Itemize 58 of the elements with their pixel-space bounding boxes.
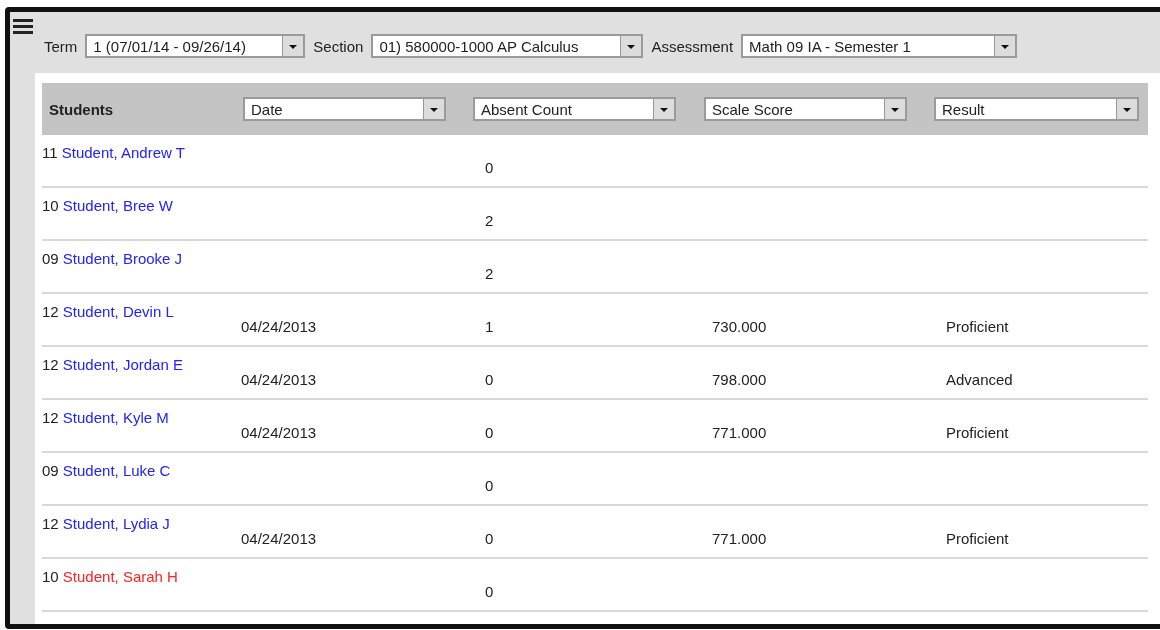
grade-text: 12 bbox=[42, 409, 59, 426]
column-dropdown[interactable]: Absent Count bbox=[473, 97, 676, 121]
table-cell-text: 0 bbox=[484, 530, 495, 547]
table-cell-text: 04/24/2013 bbox=[241, 318, 318, 335]
grade-text: 12 bbox=[42, 303, 59, 320]
table-cell-text: 04/24/2013 bbox=[241, 424, 318, 441]
student-link[interactable]: Student, Brooke J bbox=[62, 250, 183, 267]
dropdown[interactable]: 1 (07/01/14 - 09/26/14) bbox=[85, 34, 306, 58]
filter-label: Section bbox=[313, 37, 364, 55]
grade-text: 09 bbox=[42, 462, 59, 479]
grade-text: 11 bbox=[42, 144, 58, 161]
table-cell-text: 1 bbox=[484, 318, 495, 335]
table-cell-text: 04/24/2013 bbox=[241, 371, 318, 388]
caret-icon bbox=[994, 36, 1016, 56]
table-cell-text: 2 bbox=[484, 265, 495, 282]
table-cell-text: 798.000 bbox=[711, 371, 768, 388]
grade-text: 12 bbox=[42, 356, 59, 373]
student-link[interactable]: Student, Sarah H bbox=[62, 568, 178, 585]
grade-text: 10 bbox=[42, 568, 59, 585]
table-cell-text: Proficient bbox=[945, 318, 1010, 335]
grade-text: 10 bbox=[42, 197, 59, 214]
table-cell-text: 0 bbox=[484, 424, 495, 441]
filter-label: Term bbox=[44, 37, 78, 55]
caret-icon bbox=[653, 99, 674, 119]
caret-icon bbox=[620, 36, 642, 56]
grade-text: 12 bbox=[42, 515, 59, 532]
table-cell-text: 771.000 bbox=[711, 530, 768, 547]
column-header: Students bbox=[49, 100, 115, 118]
caret-icon bbox=[423, 99, 444, 119]
student-link[interactable]: Student, Jordan E bbox=[62, 356, 183, 373]
table-cell-text: Proficient bbox=[945, 530, 1010, 547]
caret-icon bbox=[282, 36, 304, 56]
column-dropdown[interactable]: Result bbox=[934, 97, 1139, 121]
menu-icon[interactable] bbox=[12, 17, 34, 35]
caret-icon bbox=[884, 99, 905, 119]
student-link[interactable]: Student, Lydia J bbox=[62, 515, 170, 532]
student-link[interactable]: Student, Bree W bbox=[62, 197, 173, 214]
student-link[interactable]: Student, Luke C bbox=[62, 462, 171, 479]
table-cell-text: 2 bbox=[484, 212, 495, 229]
table-cell-text: Advanced bbox=[945, 371, 1014, 388]
table-cell-text: 771.000 bbox=[711, 424, 768, 441]
table-cell-text: 0 bbox=[484, 159, 495, 176]
student-link[interactable]: Student, Kyle M bbox=[62, 409, 169, 426]
table-cell-text: Proficient bbox=[945, 424, 1010, 441]
student-link[interactable]: Student, Andrew T bbox=[61, 144, 185, 161]
table-cell-text: 0 bbox=[484, 371, 495, 388]
column-dropdown[interactable]: Date bbox=[243, 97, 446, 121]
table-cell-text: 730.000 bbox=[711, 318, 768, 335]
dropdown[interactable]: Math 09 IA - Semester 1 bbox=[741, 34, 1018, 58]
caret-icon bbox=[1116, 99, 1137, 119]
column-dropdown[interactable]: Scale Score bbox=[704, 97, 907, 121]
grade-text: 09 bbox=[42, 250, 59, 267]
table-cell-text: 0 bbox=[484, 583, 495, 600]
student-link[interactable]: Student, Devin L bbox=[62, 303, 174, 320]
table-cell-text: 0 bbox=[484, 477, 495, 494]
dropdown[interactable]: 01) 580000-1000 AP Calculus bbox=[371, 34, 644, 58]
table-cell-text: 04/24/2013 bbox=[241, 530, 318, 547]
filter-label: Assessment bbox=[651, 37, 734, 55]
